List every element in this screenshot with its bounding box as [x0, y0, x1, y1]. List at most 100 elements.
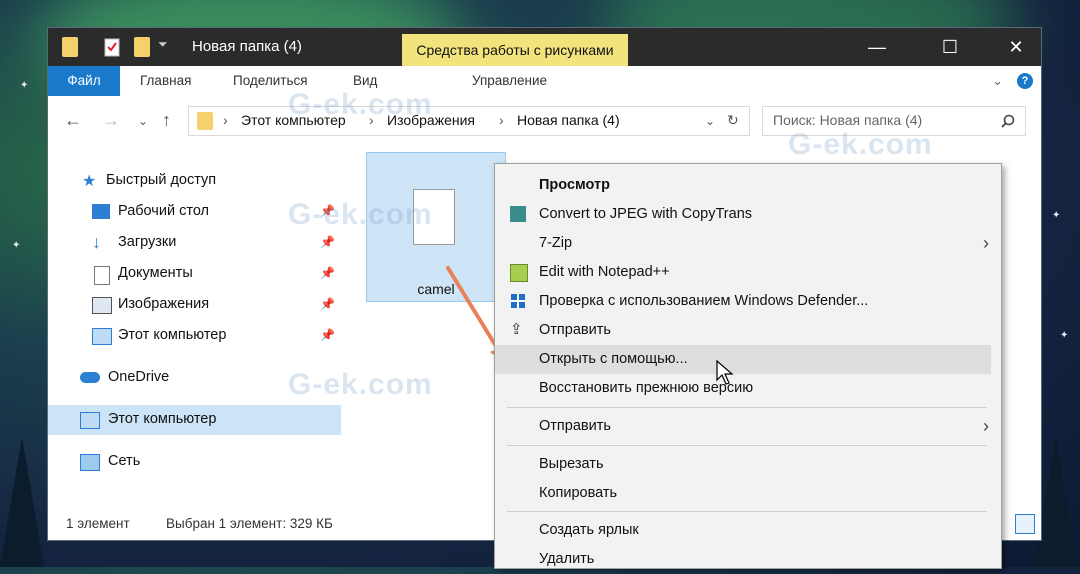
menu-item-send-to[interactable]: Отправить › — [495, 412, 1001, 441]
menu-separator — [507, 445, 987, 446]
desktop-icon — [92, 204, 110, 219]
large-icons-view-icon[interactable] — [1015, 514, 1035, 534]
context-menu: Просмотр Convert to JPEG with CopyTrans … — [494, 163, 1002, 569]
menu-item-preview[interactable]: Просмотр — [495, 171, 1001, 200]
sidebar-item-downloads[interactable]: ↓ Загрузки 📌 — [48, 228, 341, 258]
sidebar-item-this-pc[interactable]: Этот компьютер — [48, 405, 341, 435]
download-icon: ↓ — [92, 232, 101, 252]
selection-info: Выбран 1 элемент: 329 КБ — [166, 516, 333, 531]
menu-item-label: Просмотр — [539, 177, 610, 193]
sidebar-item-this-pc-pinned[interactable]: Этот компьютер 📌 — [48, 321, 341, 351]
menu-item-label: 7-Zip — [539, 235, 573, 251]
defender-icon — [511, 294, 525, 308]
pin-icon[interactable]: 📌 — [320, 235, 335, 249]
breadcrumb-folder[interactable]: Новая папка (4) — [517, 112, 620, 128]
menu-item-notepad[interactable]: Edit with Notepad++ — [495, 258, 1001, 287]
menu-item-open-with[interactable]: Открыть с помощью... — [495, 345, 991, 374]
computer-icon — [92, 328, 112, 345]
star-icon: ★ — [82, 173, 97, 190]
star: ✦ — [20, 80, 29, 91]
back-icon[interactable]: ← — [64, 110, 82, 131]
maximize-icon[interactable]: ☐ — [926, 28, 974, 66]
mouse-cursor-icon — [716, 360, 734, 385]
menu-separator — [507, 407, 987, 408]
tab-manage[interactable]: Управление — [472, 66, 547, 96]
menu-item-copy[interactable]: Копировать — [495, 479, 1001, 508]
pin-icon[interactable]: 📌 — [320, 297, 335, 311]
address-bar[interactable]: › Этот компьютер › Изображения › Новая п… — [188, 106, 750, 136]
menu-item-label: Проверка с использованием Windows Defend… — [539, 293, 869, 309]
sidebar-item-pictures[interactable]: Изображения 📌 — [48, 290, 341, 320]
menu-item-label: Вырезать — [539, 456, 604, 472]
menu-item-restore-version[interactable]: Восстановить прежнюю версию — [495, 374, 1001, 403]
watermark: G-ek.com — [788, 128, 933, 161]
recent-locations-icon[interactable]: ⌄ — [138, 114, 148, 128]
qat-dropdown-icon[interactable]: ⏷ — [158, 37, 168, 52]
chevron-right-icon: › — [983, 233, 989, 253]
menu-item-label: Открыть с помощью... — [539, 351, 688, 367]
pin-icon[interactable]: 📌 — [320, 328, 335, 342]
ribbon-expand-icon[interactable]: ⌄ — [992, 73, 1003, 89]
menu-item-label: Создать ярлык — [539, 522, 639, 538]
close-icon[interactable]: ✕ — [992, 28, 1040, 66]
folder-icon — [197, 112, 213, 130]
star: ✦ — [12, 240, 21, 251]
sidebar-item-label: Быстрый доступ — [106, 172, 217, 188]
pin-icon[interactable]: 📌 — [320, 266, 335, 280]
sidebar-item-label: OneDrive — [108, 369, 170, 385]
computer-icon — [80, 412, 100, 429]
cloud-icon — [80, 372, 100, 383]
contextual-tab-group: Средства работы с рисунками — [402, 34, 628, 66]
minimize-icon[interactable]: — — [853, 28, 901, 66]
menu-item-label: Копировать — [539, 485, 618, 501]
documents-icon — [94, 266, 110, 285]
folder-icon — [62, 37, 78, 57]
watermark: G-ek.com — [288, 198, 433, 231]
up-icon[interactable]: ↑ — [162, 110, 171, 131]
pictures-icon — [92, 297, 112, 314]
chevron-right-icon: › — [223, 112, 228, 128]
sidebar-item-label: Документы — [118, 265, 193, 281]
menu-item-delete[interactable]: Удалить — [495, 545, 1001, 574]
tab-home[interactable]: Главная — [140, 66, 191, 96]
menu-item-label: Edit with Notepad++ — [539, 264, 670, 280]
menu-item-convert-jpeg[interactable]: Convert to JPEG with CopyTrans — [495, 200, 1001, 229]
properties-icon[interactable] — [104, 37, 120, 57]
item-count: 1 элемент — [66, 516, 130, 531]
chevron-right-icon: › — [983, 416, 989, 436]
sidebar-item-label: Сеть — [108, 453, 141, 469]
menu-item-defender[interactable]: Проверка с использованием Windows Defend… — [495, 287, 1001, 316]
address-dropdown-icon[interactable]: ⌄ — [705, 114, 715, 128]
new-folder-icon[interactable] — [134, 37, 150, 57]
sidebar-item-label: Этот компьютер — [118, 327, 227, 343]
forward-icon[interactable]: → — [102, 110, 120, 131]
menu-item-label: Convert to JPEG with CopyTrans — [539, 206, 753, 222]
help-icon[interactable]: ? — [1017, 73, 1033, 89]
sidebar-item-network[interactable]: Сеть — [48, 447, 341, 477]
sidebar-item-label: Изображения — [118, 296, 210, 312]
title-bar: ⏷ Новая папка (4) Средства работы с рису… — [48, 28, 1041, 66]
menu-item-label: Удалить — [539, 551, 595, 567]
sidebar-item-label: Загрузки — [118, 234, 177, 250]
menu-item-7zip[interactable]: 7-Zip › — [495, 229, 1001, 258]
copytrans-icon — [510, 206, 526, 222]
search-icon[interactable] — [1001, 114, 1015, 128]
window-title: Новая папка (4) — [192, 38, 302, 55]
watermark: G-ek.com — [288, 368, 433, 401]
menu-item-cut[interactable]: Вырезать — [495, 450, 1001, 479]
tree — [0, 437, 44, 567]
sidebar-item-label: Этот компьютер — [108, 411, 217, 427]
sidebar-item-documents[interactable]: Документы 📌 — [48, 259, 341, 289]
menu-item-label: Отправить — [539, 322, 611, 338]
menu-item-label: Отправить — [539, 418, 611, 434]
refresh-icon[interactable]: ↻ — [727, 112, 739, 129]
sidebar-item-label: Рабочий стол — [118, 203, 210, 219]
search-input[interactable]: Поиск: Новая папка (4) — [773, 112, 922, 128]
menu-item-create-shortcut[interactable]: Создать ярлык — [495, 516, 1001, 545]
chevron-right-icon: › — [499, 112, 504, 128]
ribbon-tabs: Файл Главная Поделиться Вид Управление ⌄… — [48, 66, 1041, 97]
share-icon: ⇪ — [510, 321, 523, 338]
sidebar-item-quick-access[interactable]: ★ Быстрый доступ — [48, 166, 341, 196]
menu-item-share[interactable]: ⇪ Отправить — [495, 316, 1001, 345]
tab-file[interactable]: Файл — [48, 66, 120, 96]
